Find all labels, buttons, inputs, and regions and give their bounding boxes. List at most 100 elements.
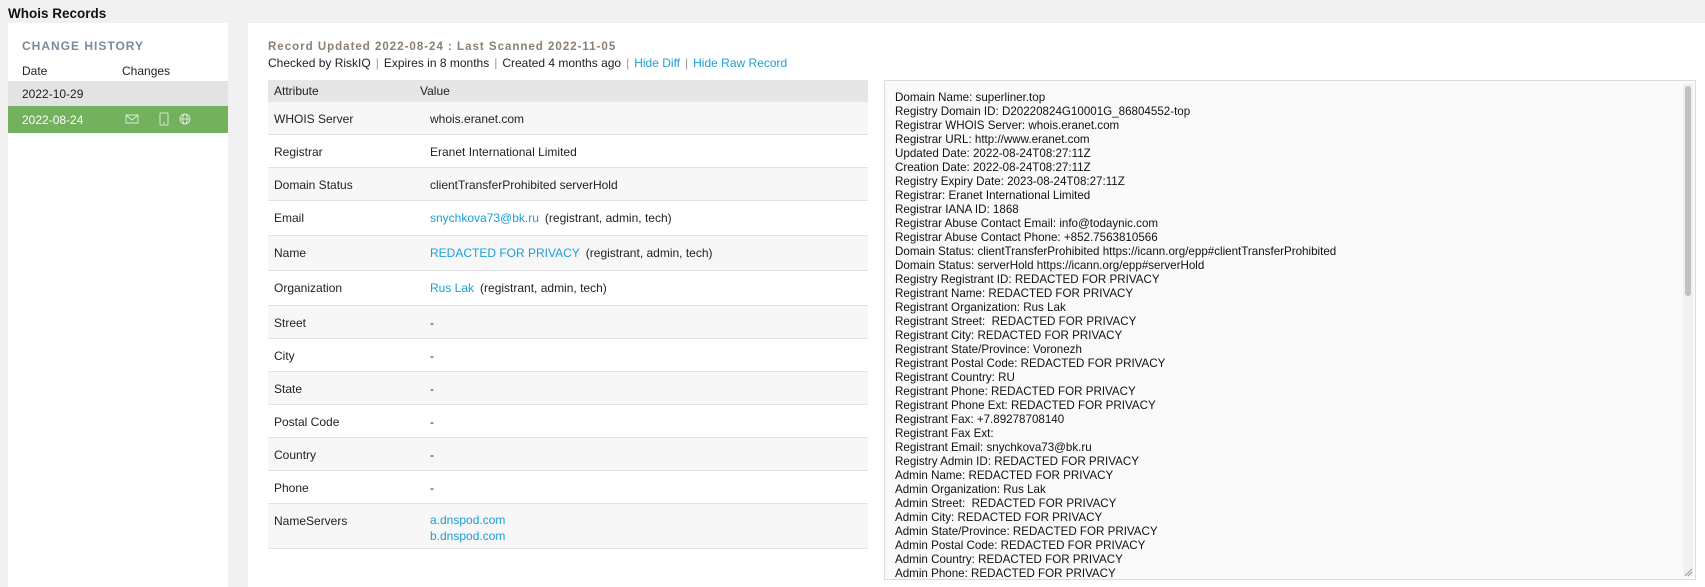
attribute-label: Organization bbox=[274, 281, 343, 295]
table-row: Street - bbox=[268, 306, 868, 339]
attribute-label: Street bbox=[274, 316, 307, 330]
attribute-label: City bbox=[274, 349, 295, 363]
raw-record-line: Admin State/Province: REDACTED FOR PRIVA… bbox=[895, 525, 1158, 538]
value-link[interactable]: Rus Lak bbox=[430, 281, 474, 295]
raw-record-line: Registrant Postal Code: REDACTED FOR PRI… bbox=[895, 357, 1166, 370]
raw-record-line: Registrant Name: REDACTED FOR PRIVACY bbox=[895, 287, 1134, 300]
raw-record-line: Admin Name: REDACTED FOR PRIVACY bbox=[895, 469, 1114, 482]
attribute-value: whois.eranet.com bbox=[430, 112, 525, 126]
value-link[interactable]: REDACTED FOR PRIVACY bbox=[430, 246, 580, 260]
raw-record-line: Admin Street: REDACTED FOR PRIVACY bbox=[895, 497, 1117, 510]
table-row: Country - bbox=[268, 438, 868, 471]
table-row: Domain Status clientTransferProhibited se… bbox=[268, 168, 868, 201]
attribute-value: Rus Lak (registrant, admin, tech) bbox=[430, 281, 607, 295]
record-updated-header: Record Updated 2022-08-24 : Last Scanned… bbox=[268, 41, 617, 53]
table-row: Email snychkova73@bk.ru (registrant, admin… bbox=[268, 201, 868, 236]
attribute-label: Phone bbox=[274, 481, 309, 495]
value-link[interactable]: snychkova73@bk.ru bbox=[430, 211, 539, 225]
attribute-value: snychkova73@bk.ru (registrant, admin, tec… bbox=[430, 211, 672, 225]
raw-record-line: Registrar WHOIS Server: whois.eranet.com bbox=[895, 119, 1120, 132]
attribute-label: State bbox=[274, 382, 303, 396]
nameserver-link[interactable]: b.dnspod.com bbox=[430, 528, 505, 544]
raw-record-line: Registrar Abuse Contact Email: info@toda… bbox=[895, 217, 1159, 230]
history-row[interactable]: 2022-10-29 bbox=[8, 81, 228, 106]
roles-text: (registrant, admin, tech) bbox=[544, 211, 672, 225]
table-row: Postal Code - bbox=[268, 405, 868, 438]
created-text: Created 4 months ago bbox=[502, 56, 622, 70]
attribute-value: - bbox=[430, 448, 434, 462]
attribute-value: Eranet International Limited bbox=[430, 145, 577, 159]
whois-record-panel: Record Updated 2022-08-24 : Last Scanned… bbox=[248, 23, 1705, 587]
page-title: Whois Records bbox=[8, 6, 107, 21]
attribute-value: - bbox=[430, 349, 434, 363]
change-history-title: CHANGE HISTORY bbox=[22, 39, 145, 53]
roles-text: (registrant, admin, tech) bbox=[585, 246, 713, 260]
raw-record-line: Domain Status: serverHold https://icann.… bbox=[895, 259, 1205, 272]
table-row: NameServers a.dnspod.com b.dnspod.com bbox=[268, 504, 868, 549]
attribute-value: a.dnspod.com b.dnspod.com bbox=[430, 512, 505, 544]
raw-record-line: Registrar URL: http://www.eranet.com bbox=[895, 133, 1090, 146]
raw-record-scroll-thumb[interactable] bbox=[1685, 86, 1691, 296]
raw-record-line: Registrar IANA ID: 1868 bbox=[895, 203, 1019, 216]
raw-record-line: Registrant Phone: REDACTED FOR PRIVACY bbox=[895, 385, 1136, 398]
record-meta: Checked by RiskIQ | Expires in 8 months | Cr… bbox=[268, 56, 788, 70]
raw-record-line: Registrant City: REDACTED FOR PRIVACY bbox=[895, 329, 1123, 342]
attribute-value: - bbox=[430, 316, 434, 330]
raw-record-line: Admin Country: REDACTED FOR PRIVACY bbox=[895, 553, 1123, 566]
checked-by-text: Checked by RiskIQ bbox=[268, 56, 371, 70]
table-row: Phone - bbox=[268, 471, 868, 504]
col-changes-label: Changes bbox=[122, 64, 171, 78]
attribute-label: WHOIS Server bbox=[274, 112, 354, 126]
expires-text: Expires in 8 months bbox=[383, 56, 490, 70]
attribute-label: Registrar bbox=[274, 145, 323, 159]
raw-record-line: Registry Domain ID: D20220824G10001G_868… bbox=[895, 105, 1191, 118]
attribute-value: REDACTED FOR PRIVACY (registrant, admin, … bbox=[430, 246, 713, 260]
raw-record-line: Domain Status: clientTransferProhibited … bbox=[895, 245, 1337, 258]
table-row: Organization Rus Lak (registrant, admin, t… bbox=[268, 271, 868, 306]
history-date: 2022-10-29 bbox=[22, 87, 84, 101]
raw-record-line: Domain Name: superliner.top bbox=[895, 91, 1046, 104]
raw-record-line: Admin Organization: Rus Lak bbox=[895, 483, 1046, 496]
attribute-value: - bbox=[430, 415, 434, 429]
attribute-label: Country bbox=[274, 448, 317, 462]
attribute-label: Domain Status bbox=[274, 178, 353, 192]
attribute-value: clientTransferProhibited serverHold bbox=[430, 178, 618, 192]
globe-icon bbox=[179, 113, 191, 125]
attribute-label: NameServers bbox=[274, 514, 348, 528]
table-row: City - bbox=[268, 339, 868, 372]
history-date: 2022-08-24 bbox=[22, 113, 84, 127]
raw-record-line: Registry Admin ID: REDACTED FOR PRIVACY bbox=[895, 455, 1139, 468]
raw-record-line: Registrant Fax: +7.89278708140 bbox=[895, 413, 1065, 426]
table-row: Name REDACTED FOR PRIVACY (registrant, adm… bbox=[268, 236, 868, 271]
raw-record-line: Registrant Email: snychkova73@bk.ru bbox=[895, 441, 1092, 454]
raw-record-box[interactable]: Domain Name: superliner.top Registry Doma… bbox=[884, 80, 1696, 580]
raw-record-line: Registry Registrant ID: REDACTED FOR PRI… bbox=[895, 273, 1160, 286]
table-row: State - bbox=[268, 372, 868, 405]
raw-record-line: Registrar: Eranet International Limited bbox=[895, 189, 1091, 202]
table-row: WHOIS Server whois.eranet.com bbox=[268, 102, 868, 135]
whois-attribute-table: Attribute Value WHOIS Server whois.eranet… bbox=[268, 80, 868, 549]
raw-record-line: Registrant Fax Ext: bbox=[895, 427, 994, 440]
table-row: Registrar Eranet International Limited bbox=[268, 135, 868, 168]
attribute-label: Name bbox=[274, 246, 307, 260]
history-row-selected[interactable]: 2022-08-24 bbox=[8, 106, 228, 133]
raw-record-line: Registrant Phone Ext: REDACTED FOR PRIVA… bbox=[895, 399, 1156, 412]
raw-record-line: Admin Postal Code: REDACTED FOR PRIVACY bbox=[895, 539, 1146, 552]
col-date-label: Date bbox=[22, 64, 48, 78]
raw-record-line: Registrant Organization: Rus Lak bbox=[895, 301, 1066, 314]
table-header: Attribute Value bbox=[268, 80, 868, 102]
resize-handle-icon[interactable] bbox=[1683, 567, 1693, 577]
hide-diff-link[interactable]: Hide Diff bbox=[634, 56, 680, 70]
attribute-label: Email bbox=[274, 211, 305, 225]
col-attribute-label: Attribute bbox=[274, 84, 319, 98]
raw-record-line: Admin City: REDACTED FOR PRIVACY bbox=[895, 511, 1103, 524]
raw-record-line: Registrant Country: RU bbox=[895, 371, 1015, 384]
raw-record-line: Registrant Street: REDACTED FOR PRIVACY bbox=[895, 315, 1137, 328]
col-value-label: Value bbox=[420, 84, 450, 98]
phone-icon bbox=[159, 112, 169, 126]
attribute-label: Postal Code bbox=[274, 415, 340, 429]
raw-record-text: Domain Name: superliner.top Registry Doma… bbox=[895, 91, 1337, 579]
hide-raw-record-link[interactable]: Hide Raw Record bbox=[693, 56, 787, 70]
raw-record-line: Registrant State/Province: Voronezh bbox=[895, 343, 1082, 356]
nameserver-link[interactable]: a.dnspod.com bbox=[430, 512, 505, 528]
